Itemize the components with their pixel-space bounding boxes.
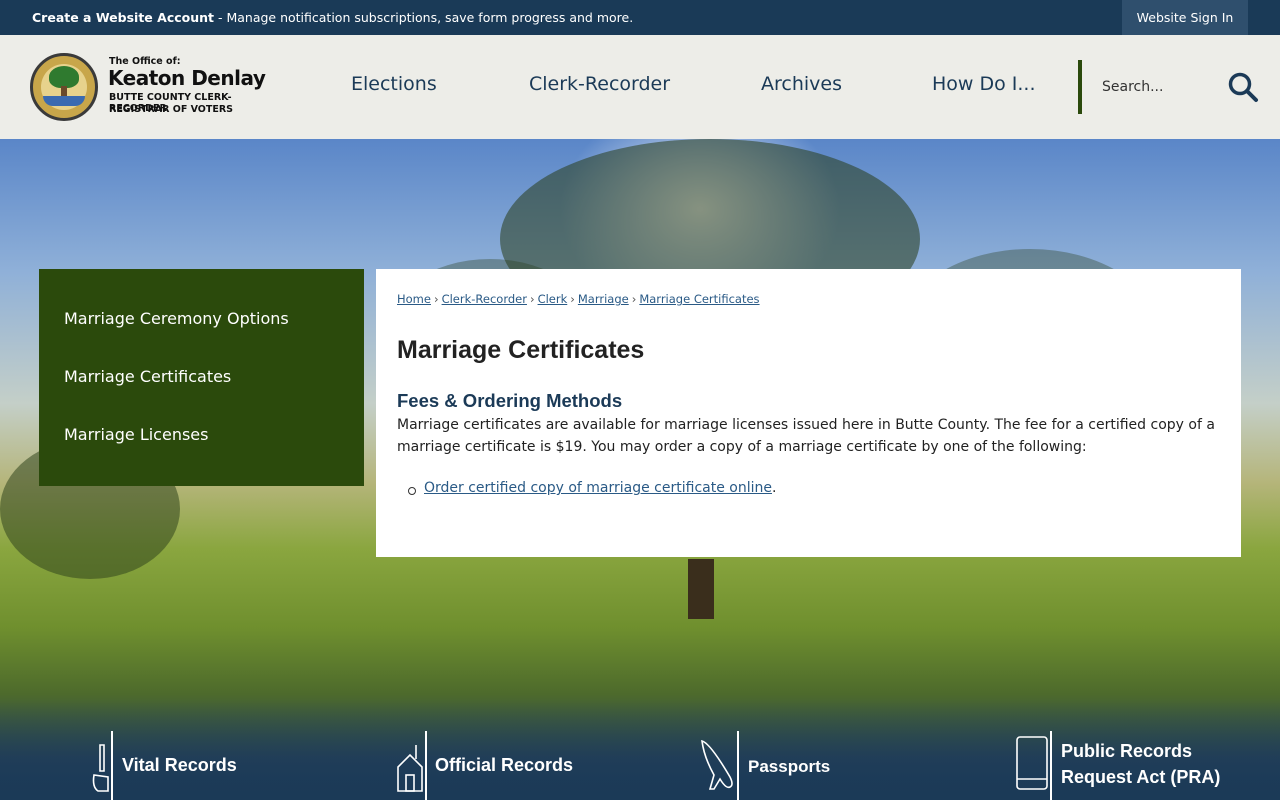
quick-link-label-line-1: Public Records: [1061, 741, 1193, 761]
account-message: Create a Website Account - Manage notifi…: [32, 10, 633, 25]
logo-subtitle-2: REGISTRAR OF VOTERS: [109, 104, 234, 115]
search-box: [1078, 60, 1268, 114]
building-icon: [397, 731, 427, 800]
quick-link-official-records[interactable]: Official Records: [396, 731, 586, 800]
site-header: The Office of: Keaton Denlay BUTTE COUNT…: [0, 35, 1280, 139]
quick-link-label-line-2: Request Act (PRA): [1061, 767, 1221, 787]
nav-how-do-i[interactable]: How Do I...: [932, 73, 1036, 95]
breadcrumb-clerk-recorder[interactable]: Clerk-Recorder: [442, 292, 527, 306]
nav-clerk-recorder[interactable]: Clerk-Recorder: [529, 73, 670, 95]
quick-link-label: Passports: [748, 757, 831, 776]
nav-elections[interactable]: Elections: [351, 73, 437, 95]
create-account-description: - Manage notification subscriptions, sav…: [214, 10, 634, 25]
quick-link-label: Official Records: [435, 755, 574, 775]
quick-link-public-records-request[interactable]: Public Records Request Act (PRA): [1015, 731, 1235, 800]
order-certificate-online-link[interactable]: Order certified copy of marriage certifi…: [424, 480, 772, 496]
section-heading: Fees & Ordering Methods: [397, 390, 623, 411]
top-utility-bar: Create a Website Account - Manage notifi…: [0, 0, 1280, 35]
search-icon: [1228, 72, 1258, 102]
book-icon: [1016, 731, 1052, 800]
website-sign-in-button[interactable]: Website Sign In: [1122, 0, 1248, 35]
list-item: Order certified copy of marriage certifi…: [407, 480, 777, 496]
sidebar-item-marriage-certificates[interactable]: Marriage Certificates: [64, 367, 231, 386]
description-paragraph: Marriage certificates are available for …: [397, 417, 1215, 455]
breadcrumb-marriage-certificates[interactable]: Marriage Certificates: [639, 292, 759, 306]
pen-hand-icon: [92, 731, 113, 800]
breadcrumb-clerk[interactable]: Clerk: [538, 292, 568, 306]
quick-link-passports[interactable]: Passports: [700, 731, 840, 800]
breadcrumb-marriage[interactable]: Marriage: [578, 292, 629, 306]
section-sidebar: Marriage Ceremony Options Marriage Certi…: [39, 269, 364, 486]
sidebar-item-marriage-licenses[interactable]: Marriage Licenses: [64, 425, 208, 444]
breadcrumb: Home › Clerk-Recorder › Clerk › Marriage › Marri…: [397, 292, 760, 306]
site-logo[interactable]: The Office of: Keaton Denlay BUTTE COUNT…: [30, 53, 280, 123]
nav-archives[interactable]: Archives: [761, 73, 842, 95]
sidebar-item-marriage-ceremony-options[interactable]: Marriage Ceremony Options: [64, 309, 289, 328]
search-input[interactable]: [1102, 75, 1222, 99]
page-title: Marriage Certificates: [397, 336, 645, 364]
breadcrumb-home[interactable]: Home: [397, 292, 431, 306]
county-seal-icon: [30, 53, 98, 121]
quick-link-vital-records[interactable]: Vital Records: [90, 731, 250, 800]
logo-name: Keaton Denlay: [108, 66, 266, 90]
quick-link-label: Vital Records: [122, 755, 237, 775]
airplane-icon: [701, 731, 739, 800]
create-account-link[interactable]: Create a Website Account: [32, 10, 214, 25]
search-button[interactable]: [1226, 70, 1260, 104]
main-content: Home › Clerk-Recorder › Clerk › Marriage › Marri…: [376, 269, 1241, 557]
order-link-suffix: .: [771, 480, 777, 496]
